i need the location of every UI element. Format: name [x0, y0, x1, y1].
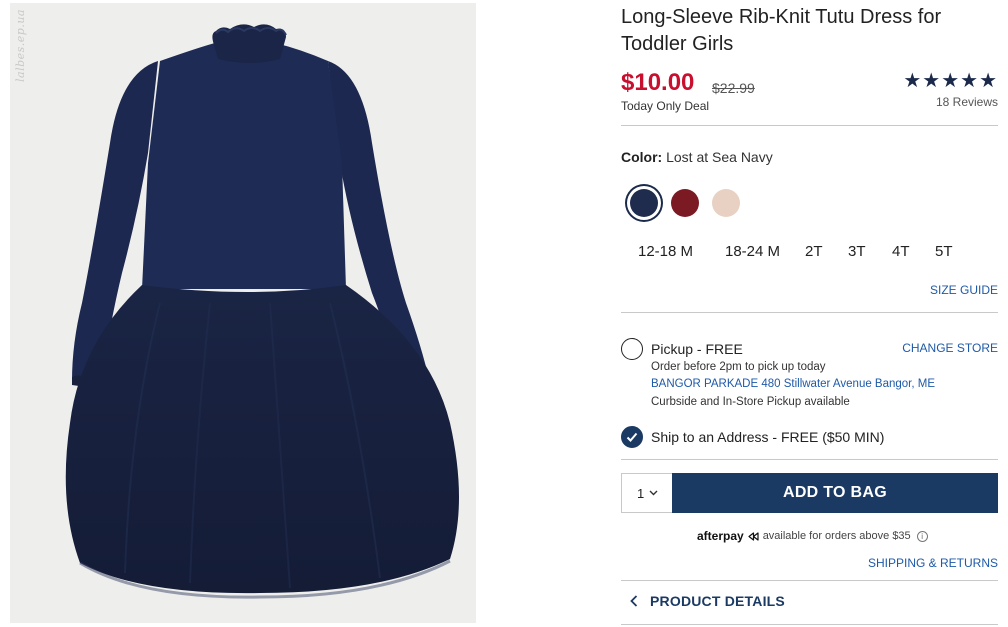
size-option[interactable]: 2T: [805, 243, 823, 260]
blush-swatch[interactable]: [712, 189, 740, 217]
product-title: Long-Sleeve Rib-Knit Tutu Dress for Todd…: [621, 6, 942, 55]
check-icon: [626, 432, 638, 442]
product-image: lalbes.ep.ua: [10, 3, 476, 623]
dress-illustration: [65, 24, 459, 599]
navy-swatch[interactable]: [630, 189, 658, 217]
divider: [621, 312, 998, 313]
add-to-bag-button[interactable]: ADD TO BAG: [672, 473, 998, 513]
afterpay-row: afterpay available for orders above $35 …: [697, 529, 928, 543]
divider: [621, 125, 998, 126]
product-details-label: PRODUCT DETAILS: [650, 593, 785, 609]
color-selection-label: Color: Lost at Sea Navy: [621, 149, 773, 165]
divider: [621, 459, 998, 460]
product-details-toggle[interactable]: PRODUCT DETAILS: [630, 593, 785, 609]
size-option[interactable]: 18-24 M: [725, 243, 780, 260]
size-option[interactable]: 5T: [935, 243, 953, 260]
shipping-returns-link[interactable]: SHIPPING & RETURNS: [868, 556, 998, 570]
change-store-link[interactable]: CHANGE STORE: [902, 341, 998, 355]
chevron-left-icon: [630, 595, 638, 607]
order-before-text: Order before 2pm to pick up today: [651, 361, 826, 373]
deal-label: Today Only Deal: [621, 99, 710, 113]
pickup-radio[interactable]: [621, 338, 643, 360]
rating-stars[interactable]: ★★★★★: [903, 68, 998, 93]
size-option[interactable]: 12-18 M: [638, 243, 693, 260]
divider: [621, 580, 998, 581]
original-price: $22.99: [712, 80, 755, 96]
quantity-value: 1: [637, 485, 645, 501]
size-guide-link[interactable]: SIZE GUIDE: [930, 283, 998, 297]
size-option[interactable]: 4T: [892, 243, 910, 260]
store-link[interactable]: BANGOR PARKADE 480 Stillwater Avenue Ban…: [651, 378, 935, 390]
afterpay-logo: afterpay: [697, 529, 744, 543]
sale-price: $10.00: [621, 69, 695, 96]
color-name: Lost at Sea Navy: [666, 149, 773, 165]
ship-label: Ship to an Address - FREE ($50 MIN): [651, 429, 885, 445]
divider: [621, 624, 998, 625]
pickup-label: Pickup - FREE: [651, 341, 743, 357]
burgundy-swatch[interactable]: [671, 189, 699, 217]
reviews-link[interactable]: 18 Reviews: [936, 95, 998, 109]
afterpay-arrows-icon: [748, 531, 759, 541]
chevron-down-icon: [649, 490, 658, 496]
quantity-select[interactable]: 1: [621, 473, 673, 513]
size-option[interactable]: 3T: [848, 243, 866, 260]
info-icon[interactable]: i: [916, 530, 928, 542]
color-label: Color:: [621, 149, 663, 165]
afterpay-text: available for orders above $35: [762, 530, 911, 542]
curbside-text: Curbside and In-Store Pickup available: [651, 396, 850, 408]
ship-radio[interactable]: [621, 426, 643, 448]
